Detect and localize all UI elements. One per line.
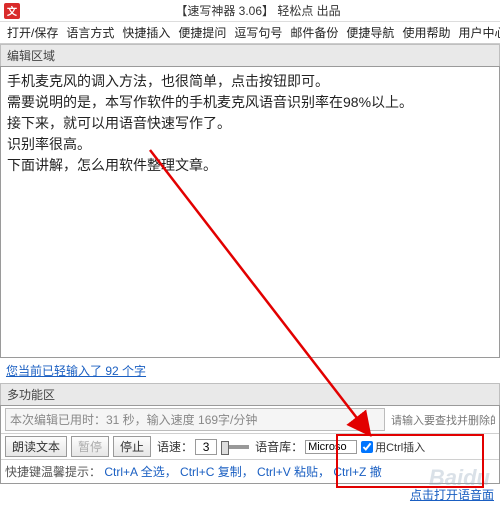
ctrl-insert-check[interactable] xyxy=(361,441,373,453)
app-icon: 文 xyxy=(4,3,20,19)
speed-label: 语速： xyxy=(157,438,193,455)
voicebank-select[interactable] xyxy=(305,440,357,454)
window-title: 【速写神器 3.06】 轻松点 出品 xyxy=(20,2,496,19)
editor-line: 识别率很高。 xyxy=(7,134,493,155)
typing-speed-display: 本次编辑已用时：31 秒，输入速度 169字/分钟 xyxy=(5,408,385,431)
read-text-button[interactable]: 朗读文本 xyxy=(5,436,67,457)
editor-line: 下面讲解，怎么用软件整理文章。 xyxy=(7,155,493,176)
search-delete-hint[interactable]: 请输入要查找并删除的 xyxy=(385,412,495,428)
editor-area[interactable]: 手机麦克风的调入方法，也很简单，点击按钮即可。 需要说明的是，本写作软件的手机麦… xyxy=(0,66,500,358)
multi-panel: 本次编辑已用时：31 秒，输入速度 169字/分钟 请输入要查找并删除的 朗读文… xyxy=(0,405,500,484)
editor-panel-label: 编辑区域 xyxy=(0,44,500,66)
voicebank-label: 语音库： xyxy=(255,438,303,455)
menu-nav[interactable]: 便捷导航 xyxy=(343,24,397,41)
menu-language[interactable]: 语言方式 xyxy=(63,24,117,41)
menu-mail-backup[interactable]: 邮件备份 xyxy=(287,24,341,41)
menu-punctuation[interactable]: 逗写句号 xyxy=(231,24,285,41)
shortcut-tips: 快捷键温馨提示： Ctrl+A 全选， Ctrl+C 复制， Ctrl+V 粘贴… xyxy=(1,459,499,483)
menu-question[interactable]: 便捷提问 xyxy=(175,24,229,41)
title-bar: 文 【速写神器 3.06】 轻松点 出品 xyxy=(0,0,500,22)
editor-line: 需要说明的是，本写作软件的手机麦克风语音识别率在98%以上。 xyxy=(7,92,493,113)
tips-prefix: 快捷键温馨提示： xyxy=(5,465,101,479)
menu-bar: 打开/保存 语言方式 快捷插入 便捷提问 逗写句号 邮件备份 便捷导航 使用帮助… xyxy=(0,22,500,44)
ctrl-insert-checkbox[interactable]: 用Ctrl插入 xyxy=(361,439,425,455)
ctrl-insert-label: 用Ctrl插入 xyxy=(375,439,425,455)
open-voice-panel-link[interactable]: 点击打开语音面 xyxy=(410,486,494,503)
menu-user-center[interactable]: 用户中心 xyxy=(455,24,500,41)
speed-slider[interactable] xyxy=(221,445,249,449)
multi-panel-label: 多功能区 xyxy=(0,383,500,405)
menu-quick-insert[interactable]: 快捷插入 xyxy=(119,24,173,41)
stop-button[interactable]: 停止 xyxy=(113,436,151,457)
menu-open-save[interactable]: 打开/保存 xyxy=(4,24,61,41)
tips-body: Ctrl+A 全选， Ctrl+C 复制， Ctrl+V 粘贴， Ctrl+Z … xyxy=(104,465,381,479)
speed-input[interactable] xyxy=(195,439,217,455)
menu-help[interactable]: 使用帮助 xyxy=(399,24,453,41)
editor-line: 接下来，就可以用语音快速写作了。 xyxy=(7,113,493,134)
editor-line: 手机麦克风的调入方法，也很简单，点击按钮即可。 xyxy=(7,71,493,92)
char-count-link[interactable]: 您当前已轻输入了 92 个字 xyxy=(0,358,500,383)
pause-button[interactable]: 暂停 xyxy=(71,436,109,457)
